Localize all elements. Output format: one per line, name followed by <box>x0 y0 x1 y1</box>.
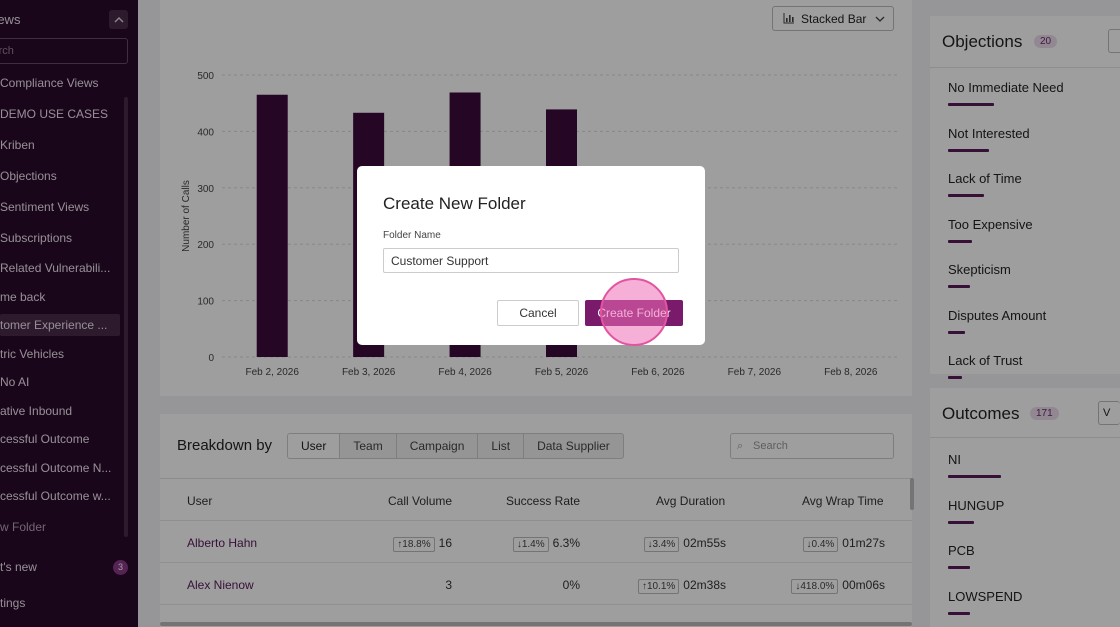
folder-name-input[interactable] <box>383 248 679 273</box>
create-folder-dialog: Create New Folder Folder Name Cancel Cre… <box>357 166 705 345</box>
create-folder-button[interactable]: Create Folder <box>585 300 683 326</box>
folder-name-label: Folder Name <box>383 230 441 241</box>
dialog-title: Create New Folder <box>383 194 526 213</box>
cancel-button[interactable]: Cancel <box>497 300 579 326</box>
